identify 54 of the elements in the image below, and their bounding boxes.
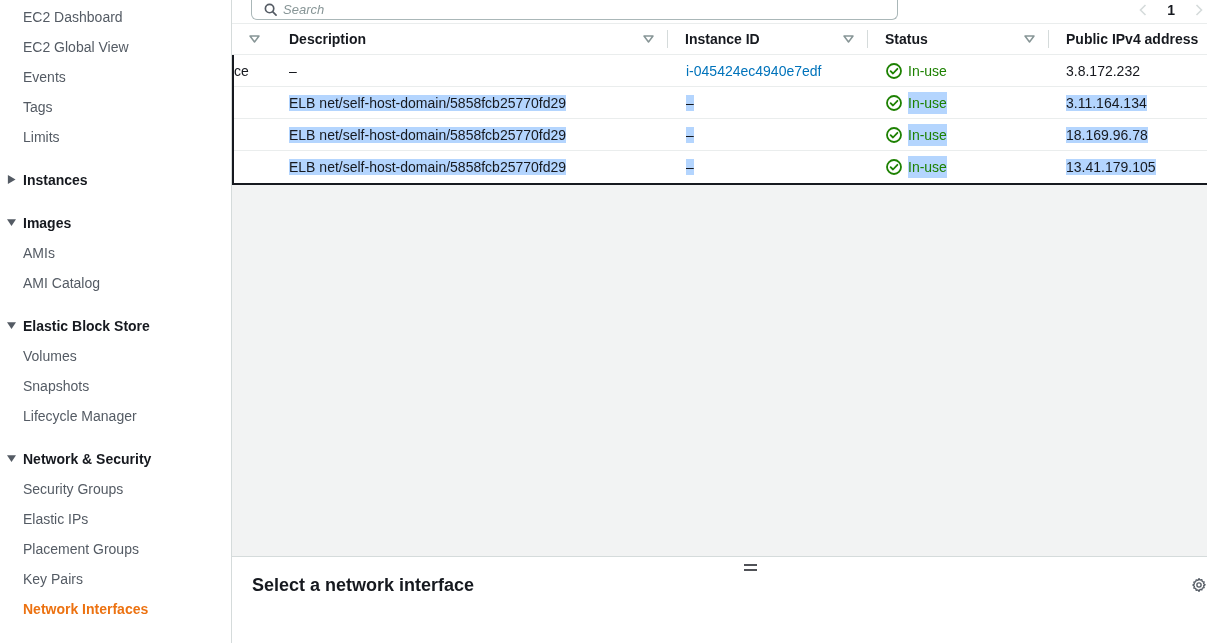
check-circle-icon — [886, 159, 902, 175]
description-text: – — [289, 62, 297, 79]
settings-icon[interactable] — [1191, 577, 1207, 593]
sort-icon[interactable] — [843, 35, 854, 43]
sidebar-item[interactable]: Elastic IPs — [23, 509, 89, 529]
sort-icon[interactable] — [249, 35, 260, 43]
sidebar-item[interactable]: Key Pairs — [23, 569, 83, 589]
sidebar-item[interactable]: Snapshots — [23, 376, 90, 396]
sidebar-item[interactable]: Lifecycle Manager — [23, 406, 137, 426]
sidebar-item[interactable]: EC2 Global View — [23, 37, 129, 57]
section-toggle[interactable]: Elastic Block Store — [0, 310, 231, 341]
status-text: In-use — [908, 91, 947, 114]
search-icon — [264, 3, 277, 16]
ip-address-text: 3.8.172.232 — [1066, 62, 1140, 79]
column-header[interactable]: Public IPv4 address — [1066, 29, 1199, 49]
status-text: In-use — [908, 123, 947, 146]
sidebar-item[interactable]: Security Groups — [23, 479, 124, 499]
cell-text: ce — [234, 62, 249, 79]
instance-id-text: – — [686, 159, 694, 175]
instance-id-text: – — [686, 94, 694, 111]
section-toggle[interactable]: Network & Security — [0, 443, 231, 474]
section-toggle[interactable]: Images — [0, 207, 231, 238]
sidebar-item[interactable]: EC2 Dashboard — [23, 7, 123, 27]
page-button[interactable]: 1 — [1167, 3, 1175, 17]
ip-address-text: 18.169.96.78 — [1066, 126, 1148, 143]
status-text: In-use — [908, 156, 947, 178]
description-text: ELB net/self-host-domain/5858fcb25770fd29 — [289, 159, 567, 175]
column-header[interactable]: Status — [885, 29, 928, 49]
sidebar-item[interactable]: AMIs — [23, 243, 55, 263]
instance-id-link[interactable]: i-045424ec4940e7edf — [686, 62, 822, 79]
description-text: ELB net/self-host-domain/5858fcb25770fd29 — [289, 126, 567, 143]
instance-id-text: – — [686, 126, 694, 143]
sidebar-item[interactable]: Placement Groups — [23, 539, 139, 559]
column-header[interactable]: Description — [289, 29, 366, 49]
chevron-right-icon — [1195, 4, 1203, 16]
check-circle-icon — [886, 94, 902, 111]
check-circle-icon — [886, 126, 902, 143]
ip-address-text: 13.41.179.105 — [1066, 159, 1156, 175]
sidebar-item[interactable]: Tags — [23, 97, 53, 117]
panel-title: Select a network interface — [252, 574, 475, 597]
chevron-left-icon — [1139, 4, 1148, 16]
drag-handle-icon[interactable] — [744, 564, 757, 571]
ip-address-text: 3.11.164.134 — [1066, 94, 1147, 111]
section-toggle[interactable]: Instances — [0, 164, 231, 195]
sidebar-item[interactable]: Events — [23, 67, 66, 87]
sort-icon[interactable] — [643, 35, 654, 43]
sidebar-item[interactable]: AMI Catalog — [23, 273, 101, 293]
column-header[interactable]: Instance ID — [685, 29, 760, 49]
sidebar-item[interactable]: Volumes — [23, 346, 77, 366]
sidebar-item[interactable]: Limits — [23, 127, 60, 147]
sort-icon[interactable] — [1024, 35, 1035, 43]
status-text: In-use — [908, 61, 947, 81]
check-circle-icon — [886, 62, 902, 79]
description-text: ELB net/self-host-domain/5858fcb25770fd29 — [289, 94, 567, 111]
